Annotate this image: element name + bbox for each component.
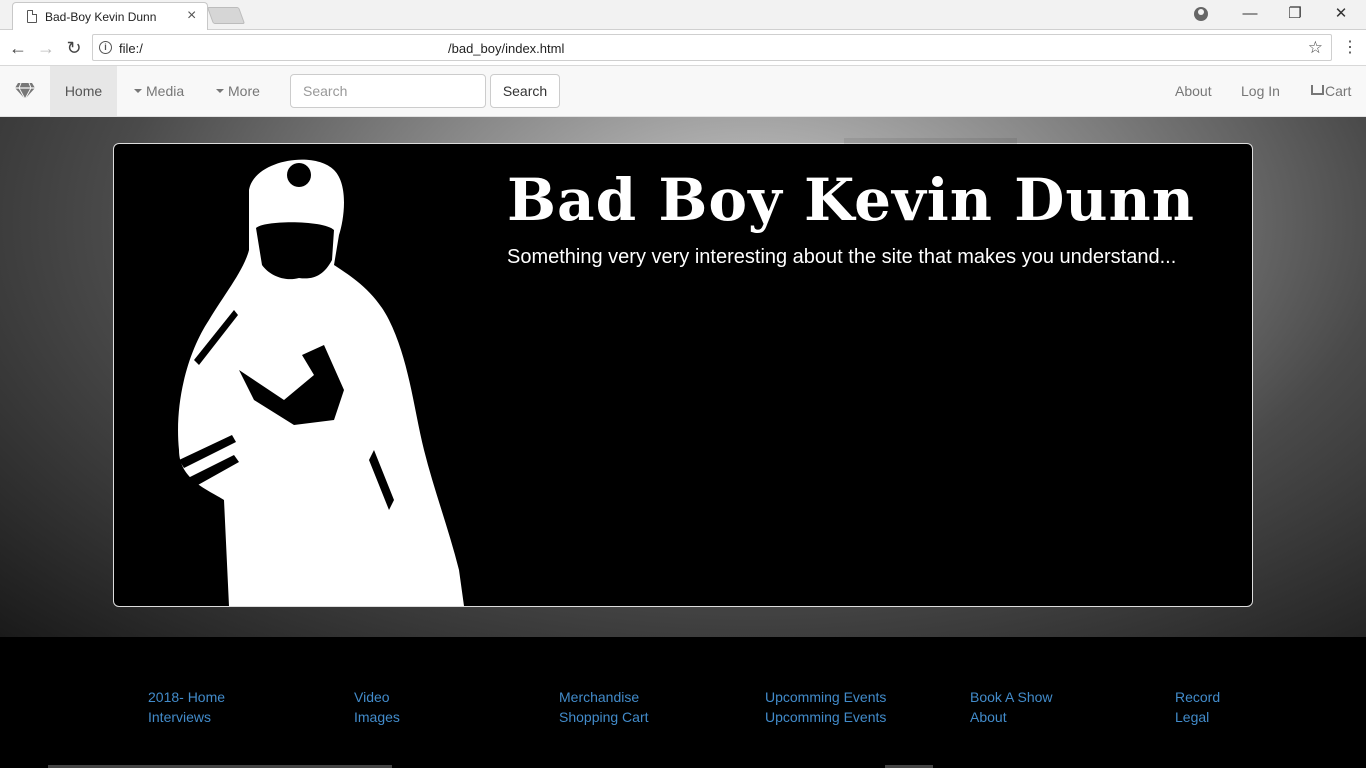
nav-more-label: More [228,83,260,99]
restore-button[interactable]: ❐ [1272,0,1318,28]
footer-link-upcoming-events[interactable]: Upcomming Events [765,687,886,707]
footer-link-book-a-show[interactable]: Book A Show [970,687,1053,707]
footer-link-about[interactable]: About [970,707,1053,727]
new-tab-button[interactable] [206,7,246,24]
close-window-button[interactable]: ✕ [1318,0,1364,28]
nav-about[interactable]: About [1175,66,1212,116]
browser-menu-icon[interactable]: ⋮ [1342,38,1358,58]
footer-link-merchandise[interactable]: Merchandise [559,687,649,707]
footer-link-record[interactable]: Record [1175,687,1220,707]
footer-link-upcoming-events-2[interactable]: Upcomming Events [765,707,886,727]
footer-column: 2018- Home Interviews [148,687,225,727]
caret-down-icon [216,89,224,94]
caret-down-icon [134,89,142,94]
document-icon [27,10,37,23]
footer-link-shopping-cart[interactable]: Shopping Cart [559,707,649,727]
browser-tab[interactable]: Bad-Boy Kevin Dunn × [12,2,208,30]
browser-tab-bar: Bad-Boy Kevin Dunn × — ❐ ✕ [0,0,1366,30]
footer-column: Book A Show About [970,687,1053,727]
hero-subtitle: Something very very interesting about th… [507,246,1177,268]
nav-cart[interactable]: Cart [1311,66,1351,116]
account-icon[interactable] [1194,7,1208,21]
browser-toolbar: ← → ↻ i file:/ /bad_boy/index.html ☆ ⋮ [0,30,1366,66]
nav-home[interactable]: Home [50,66,117,116]
footer-link-interviews[interactable]: Interviews [148,707,225,727]
hero-photo [178,159,464,606]
search-input[interactable] [290,74,486,108]
footer-column: Video Images [354,687,400,727]
tab-close-icon[interactable]: × [187,8,196,24]
forward-icon[interactable]: → [34,36,58,60]
footer-link-home[interactable]: 2018- Home [148,687,225,707]
cart-icon [1311,85,1324,96]
footer-link-images[interactable]: Images [354,707,400,727]
nav-login[interactable]: Log In [1241,66,1280,116]
search-button[interactable]: Search [490,74,560,108]
nav-media-label: Media [146,83,185,99]
nav-media-dropdown[interactable]: Media [134,66,184,116]
snip-overlay: Full-screen Snip [844,138,1017,160]
minimize-button[interactable]: — [1227,0,1273,28]
info-icon[interactable]: i [99,41,112,54]
url-path: /bad_boy/index.html [448,41,565,56]
address-bar[interactable]: i file:/ /bad_boy/index.html ☆ [92,34,1332,61]
nav-cart-label: Cart [1325,83,1352,99]
url-scheme: file:/ [119,41,143,56]
diamond-icon[interactable] [14,82,36,100]
hero-title: Bad Boy Kevin Dunn [507,166,1195,234]
jumbotron: Bad Boy Kevin Dunn Something very very i… [113,143,1253,607]
footer-column: Merchandise Shopping Cart [559,687,649,727]
footer-link-legal[interactable]: Legal [1175,707,1220,727]
footer: 2018- Home Interviews Video Images Merch… [0,637,1366,768]
footer-link-video[interactable]: Video [354,687,400,707]
nav-more-dropdown[interactable]: More [216,66,260,116]
footer-column: Upcomming Events Upcomming Events [765,687,886,727]
back-icon[interactable]: ← [6,36,30,60]
footer-column: Record Legal [1175,687,1220,727]
site-navbar: Home Media More Search About Log In Cart [0,66,1366,117]
reload-icon[interactable]: ↻ [62,36,86,60]
bookmark-star-icon[interactable]: ☆ [1308,38,1323,58]
tab-title: Bad-Boy Kevin Dunn [45,10,157,24]
